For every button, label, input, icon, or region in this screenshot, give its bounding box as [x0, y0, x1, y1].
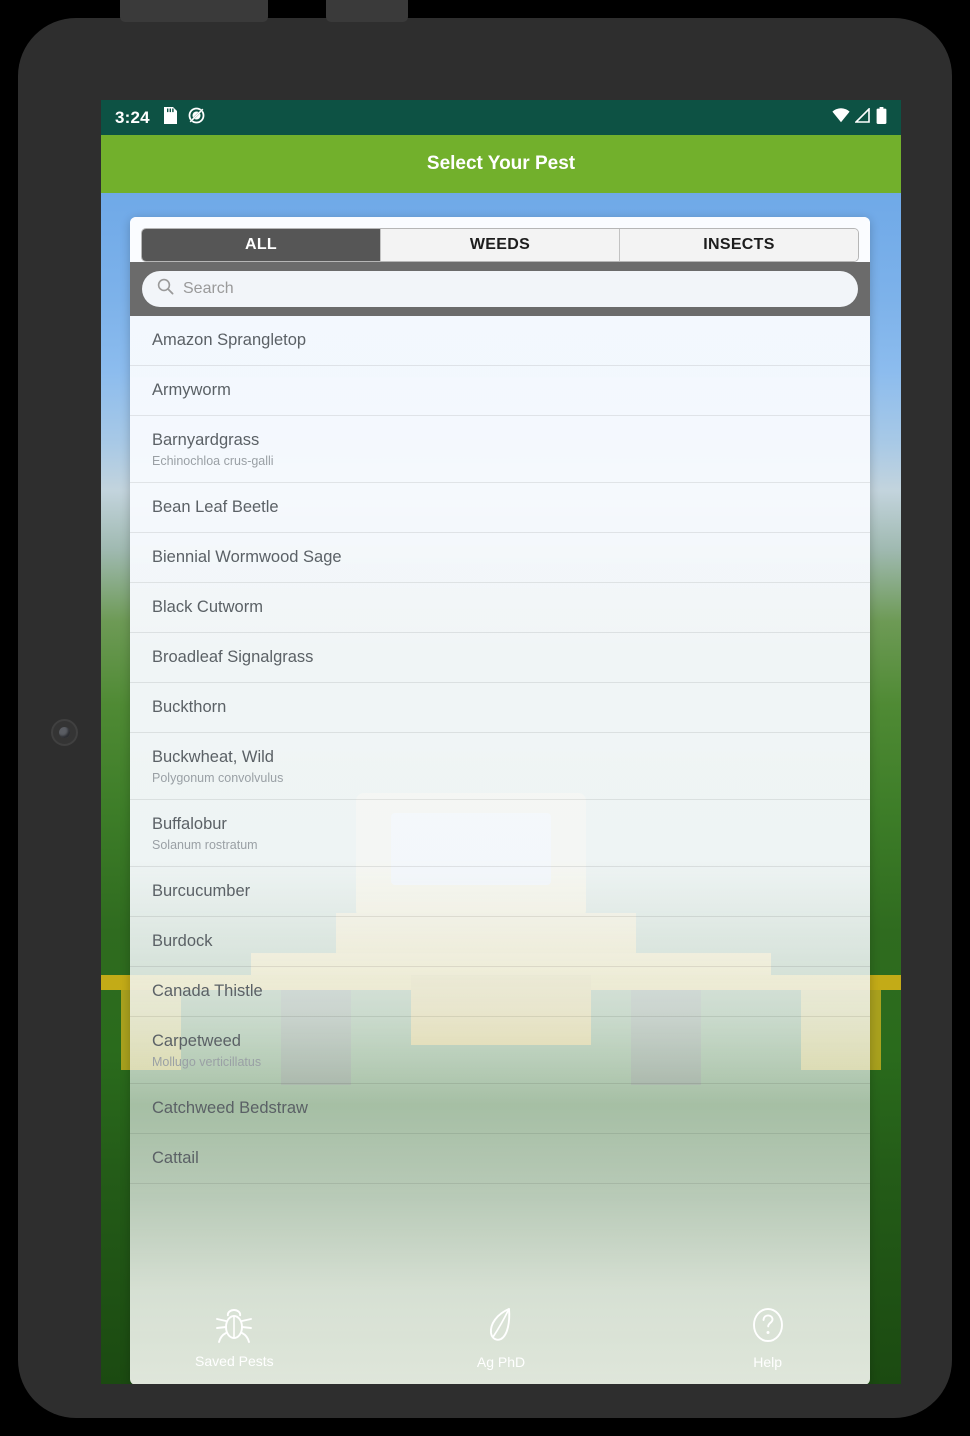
- status-time: 3:24: [115, 107, 150, 127]
- search-bar-container: [130, 262, 870, 316]
- nav-help-label: Help: [753, 1354, 783, 1370]
- tab-insects[interactable]: INSECTS: [620, 229, 858, 261]
- search-icon: [157, 278, 174, 300]
- nav-help[interactable]: Help: [634, 1306, 901, 1370]
- nav-saved-pests[interactable]: Saved Pests: [101, 1307, 368, 1369]
- search-input[interactable]: [183, 280, 843, 298]
- pest-name: Buckwheat, Wild: [152, 748, 274, 767]
- pest-name: Carpetweed: [152, 1032, 241, 1051]
- tab-all[interactable]: ALL: [142, 229, 381, 261]
- tab-strip: ALL WEEDS INSECTS: [141, 228, 859, 262]
- nav-ag-phd-label: Ag PhD: [476, 1354, 526, 1370]
- device-power-button[interactable]: [120, 0, 268, 22]
- tab-weeds[interactable]: WEEDS: [381, 229, 620, 261]
- pest-list-item[interactable]: Bean Leaf Beetle: [130, 483, 870, 533]
- pest-list-item[interactable]: Armyworm: [130, 366, 870, 416]
- pest-list-item[interactable]: Cattail: [130, 1134, 870, 1184]
- status-bar: 3:24: [101, 100, 901, 135]
- wifi-icon: [832, 107, 850, 128]
- content-area: ALL WEEDS INSECTS Amazon Sprangletop Army…: [101, 193, 901, 1384]
- device-camera: [51, 719, 78, 746]
- pest-name: Cattail: [152, 1149, 199, 1168]
- pest-list-item[interactable]: Buckthorn: [130, 683, 870, 733]
- search-box[interactable]: [142, 271, 858, 307]
- nav-ag-phd[interactable]: Ag PhD: [368, 1306, 635, 1370]
- device-screen: 3:24 Select Your Pest ALL WEEDS INSECTS …: [101, 100, 901, 1384]
- pest-list-item[interactable]: Burcucumber: [130, 867, 870, 917]
- pest-name: Burdock: [152, 932, 213, 951]
- pest-list-item[interactable]: Burdock: [130, 917, 870, 967]
- pest-name: Amazon Sprangletop: [152, 331, 307, 350]
- pest-name: Bean Leaf Beetle: [152, 498, 279, 517]
- pest-list-item[interactable]: Biennial Wormwood Sage: [130, 533, 870, 583]
- pest-scientific-name: Polygonum convolvulus: [152, 770, 284, 785]
- pest-list-item[interactable]: Catchweed Bedstraw: [130, 1084, 870, 1134]
- question-circle-icon: [749, 1306, 787, 1349]
- leaf-icon: [484, 1306, 518, 1349]
- tab-strip-container: ALL WEEDS INSECTS: [130, 217, 870, 262]
- pest-list-item[interactable]: Carpetweed Mollugo verticillatus: [130, 1017, 870, 1084]
- device-frame: 3:24 Select Your Pest ALL WEEDS INSECTS …: [18, 0, 952, 1418]
- pest-list-item[interactable]: Amazon Sprangletop: [130, 316, 870, 366]
- pest-scientific-name: Mollugo verticillatus: [152, 1054, 262, 1069]
- pest-list-item[interactable]: Black Cutworm: [130, 583, 870, 633]
- pest-name: Barnyardgrass: [152, 431, 260, 450]
- pest-name: Biennial Wormwood Sage: [152, 548, 342, 567]
- pest-scientific-name: Solanum rostratum: [152, 837, 258, 852]
- pest-name: Buckthorn: [152, 698, 227, 717]
- pest-name: Catchweed Bedstraw: [152, 1099, 308, 1118]
- pest-list-item[interactable]: Broadleaf Signalgrass: [130, 633, 870, 683]
- pest-selection-card: ALL WEEDS INSECTS Amazon Sprangletop Army…: [130, 217, 870, 1384]
- device-volume-button[interactable]: [326, 0, 408, 22]
- sd-card-icon: [163, 106, 177, 129]
- pest-scientific-name: Echinochloa crus-galli: [152, 453, 274, 468]
- bug-icon: [214, 1307, 254, 1348]
- cell-signal-icon: [854, 106, 871, 128]
- pest-name: Burcucumber: [152, 882, 251, 901]
- do-not-disturb-icon: [188, 107, 205, 129]
- bottom-navigation: Saved Pests Ag PhD Help: [101, 1292, 901, 1384]
- pest-name: Broadleaf Signalgrass: [152, 648, 314, 667]
- app-bar: Select Your Pest: [101, 135, 901, 193]
- pest-name: Armyworm: [152, 381, 231, 400]
- pest-list-item[interactable]: Buffalobur Solanum rostratum: [130, 800, 870, 867]
- nav-saved-pests-label: Saved Pests: [195, 1353, 274, 1369]
- pest-list-item[interactable]: Barnyardgrass Echinochloa crus-galli: [130, 416, 870, 483]
- page-title: Select Your Pest: [426, 153, 576, 174]
- battery-icon: [876, 106, 887, 129]
- pest-list: Amazon Sprangletop Armyworm Barnyardgrass E…: [130, 316, 870, 1184]
- pest-name: Canada Thistle: [152, 982, 263, 1001]
- pest-name: Buffalobur: [152, 815, 227, 834]
- pest-name: Black Cutworm: [152, 598, 263, 617]
- pest-list-item[interactable]: Canada Thistle: [130, 967, 870, 1017]
- pest-list-item[interactable]: Buckwheat, Wild Polygonum convolvulus: [130, 733, 870, 800]
